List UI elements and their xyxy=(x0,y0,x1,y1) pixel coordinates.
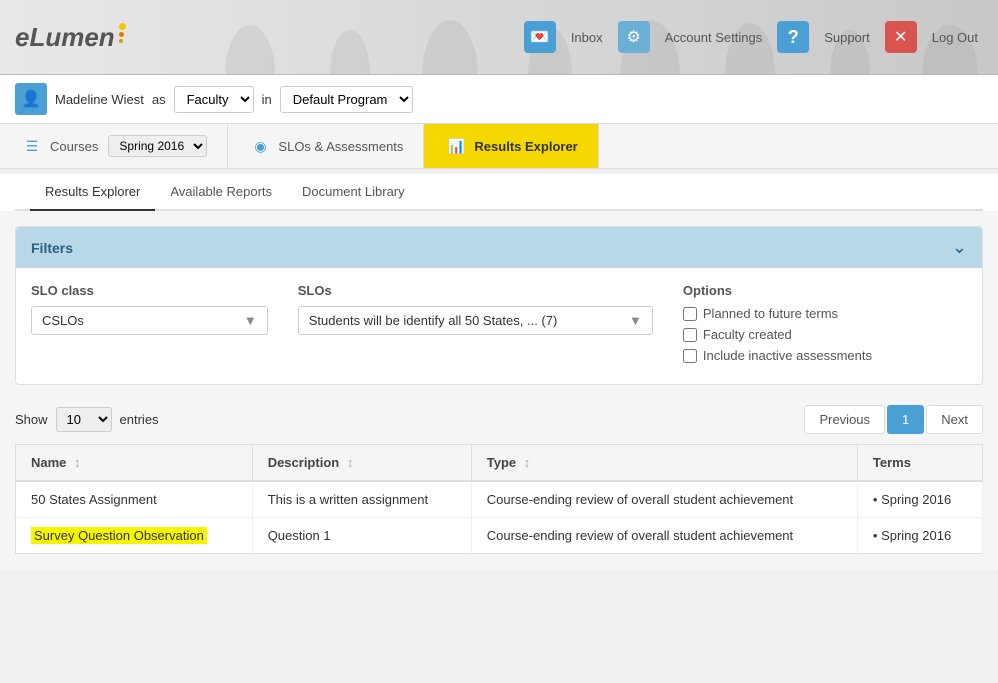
pagination: Previous 1 Next xyxy=(804,405,983,434)
term-item: Spring 2016 xyxy=(873,492,967,507)
options-group: Options Planned to future terms Faculty … xyxy=(683,283,967,369)
type-sort-icon[interactable]: ↕ xyxy=(524,455,531,470)
slo-class-label: SLO class xyxy=(31,283,268,298)
slo-class-select-wrapper[interactable]: CSLOs ▼ xyxy=(31,306,268,335)
cell-type: Course-ending review of overall student … xyxy=(471,518,857,554)
settings-icon[interactable]: ⚙ xyxy=(618,21,650,53)
courses-tab-label: Courses xyxy=(50,139,98,154)
sub-tab-results-explorer[interactable]: Results Explorer xyxy=(30,174,155,211)
sub-tab-document-library[interactable]: Document Library xyxy=(287,174,420,211)
tab-courses[interactable]: ☰ Courses Spring 2016 xyxy=(0,124,228,168)
header-actions: 💌 Inbox ⚙ Account Settings ? Support ✕ L… xyxy=(524,21,988,53)
logo-text: eLumen xyxy=(15,22,115,53)
courses-icon: ☰ xyxy=(20,134,44,158)
planned-label: Planned to future terms xyxy=(703,306,838,321)
filters-panel: Filters ⌄ SLO class CSLOs ▼ SLOs Student… xyxy=(15,226,983,385)
inbox-icon[interactable]: 💌 xyxy=(524,21,556,53)
tab-results[interactable]: 📊 Results Explorer xyxy=(424,124,598,168)
slos-filter: SLOs Students will be identify all 50 St… xyxy=(298,283,653,335)
slo-class-filter: SLO class CSLOs ▼ xyxy=(31,283,268,335)
slos-icon: ◉ xyxy=(248,134,272,158)
planned-checkbox[interactable] xyxy=(683,307,697,321)
faculty-created-label: Faculty created xyxy=(703,327,792,342)
results-tab-label: Results Explorer xyxy=(474,139,577,154)
inbox-button[interactable]: Inbox xyxy=(561,24,613,51)
nav-tabs: ☰ Courses Spring 2016 ◉ SLOs & Assessmen… xyxy=(0,124,998,169)
inactive-label: Include inactive assessments xyxy=(703,348,872,363)
option-faculty-created: Faculty created xyxy=(683,327,967,342)
role-select[interactable]: Faculty xyxy=(174,86,254,113)
description-sort-icon[interactable]: ↕ xyxy=(347,455,354,470)
sub-tabs: Results Explorer Available Reports Docum… xyxy=(15,174,983,211)
header: eLumen 💌 Inbox ⚙ Account Settings ? Supp… xyxy=(0,0,998,75)
logo-dot-1 xyxy=(119,23,126,30)
table-header-row: Name ↕ Description ↕ Type ↕ Terms xyxy=(16,445,983,482)
col-description: Description ↕ xyxy=(252,445,471,482)
logout-button[interactable]: Log Out xyxy=(922,24,988,51)
main-content: Filters ⌄ SLO class CSLOs ▼ SLOs Student… xyxy=(0,211,998,569)
slos-label: SLOs xyxy=(298,283,653,298)
semester-select[interactable]: Spring 2016 xyxy=(108,135,207,157)
filters-chevron-icon[interactable]: ⌄ xyxy=(952,237,967,258)
inactive-checkbox[interactable] xyxy=(683,349,697,363)
user-name: Madeline Wiest xyxy=(55,92,144,107)
show-entries: Show 10 25 50 100 entries xyxy=(15,407,159,432)
cell-description: Question 1 xyxy=(252,518,471,554)
sub-tab-available-reports[interactable]: Available Reports xyxy=(155,174,287,211)
filters-header: Filters ⌄ xyxy=(16,227,982,268)
cell-description: This is a written assignment xyxy=(252,481,471,518)
support-icon[interactable]: ? xyxy=(777,21,809,53)
cell-terms: Spring 2016 xyxy=(857,518,982,554)
logout-icon[interactable]: ✕ xyxy=(885,21,917,53)
filters-title: Filters xyxy=(31,240,73,256)
option-inactive: Include inactive assessments xyxy=(683,348,967,363)
table-controls: Show 10 25 50 100 entries Previous 1 Nex… xyxy=(15,405,983,434)
logo-dot-3 xyxy=(119,39,123,43)
logo: eLumen xyxy=(15,22,126,53)
slos-value: Students will be identify all 50 States,… xyxy=(309,313,558,328)
in-text: in xyxy=(262,92,272,107)
prev-button[interactable]: Previous xyxy=(804,405,885,434)
cell-name: 50 States Assignment xyxy=(16,481,253,518)
options-label: Options xyxy=(683,283,967,298)
page-1-button[interactable]: 1 xyxy=(887,405,924,434)
term-item: Spring 2016 xyxy=(873,528,967,543)
col-type: Type ↕ xyxy=(471,445,857,482)
as-text: as xyxy=(152,92,166,107)
logo-dots xyxy=(119,23,126,43)
slo-class-dropdown-icon: ▼ xyxy=(244,313,257,328)
cell-name: Survey Question Observation xyxy=(16,518,253,554)
tab-slos[interactable]: ◉ SLOs & Assessments xyxy=(228,124,424,168)
show-label: Show xyxy=(15,412,48,427)
program-select[interactable]: Default Program xyxy=(280,86,413,113)
sub-tabs-container: Results Explorer Available Reports Docum… xyxy=(0,174,998,211)
user-bar: 👤 Madeline Wiest as Faculty in Default P… xyxy=(0,75,998,124)
entries-select[interactable]: 10 25 50 100 xyxy=(56,407,112,432)
data-table: Name ↕ Description ↕ Type ↕ Terms 50 Sta… xyxy=(15,444,983,554)
logo-dot-2 xyxy=(119,32,124,37)
entries-label: entries xyxy=(120,412,159,427)
avatar: 👤 xyxy=(15,83,47,115)
next-button[interactable]: Next xyxy=(926,405,983,434)
col-name: Name ↕ xyxy=(16,445,253,482)
slos-tab-label: SLOs & Assessments xyxy=(278,139,403,154)
slos-dropdown-icon: ▼ xyxy=(629,313,642,328)
slo-class-value: CSLOs xyxy=(42,313,84,328)
slos-select-wrapper[interactable]: Students will be identify all 50 States,… xyxy=(298,306,653,335)
option-planned: Planned to future terms xyxy=(683,306,967,321)
filters-body: SLO class CSLOs ▼ SLOs Students will be … xyxy=(16,268,982,384)
name-sort-icon[interactable]: ↕ xyxy=(74,455,81,470)
col-terms: Terms xyxy=(857,445,982,482)
faculty-created-checkbox[interactable] xyxy=(683,328,697,342)
support-button[interactable]: Support xyxy=(814,24,880,51)
table-row: 50 States Assignment This is a written as… xyxy=(16,481,983,518)
row-name[interactable]: Survey Question Observation xyxy=(31,527,207,544)
settings-button[interactable]: Account Settings xyxy=(655,24,773,51)
cell-terms: Spring 2016 xyxy=(857,481,982,518)
table-row: Survey Question Observation Question 1Cou… xyxy=(16,518,983,554)
row-name[interactable]: 50 States Assignment xyxy=(31,492,157,507)
cell-type: Course-ending review of overall student … xyxy=(471,481,857,518)
results-icon: 📊 xyxy=(444,134,468,158)
